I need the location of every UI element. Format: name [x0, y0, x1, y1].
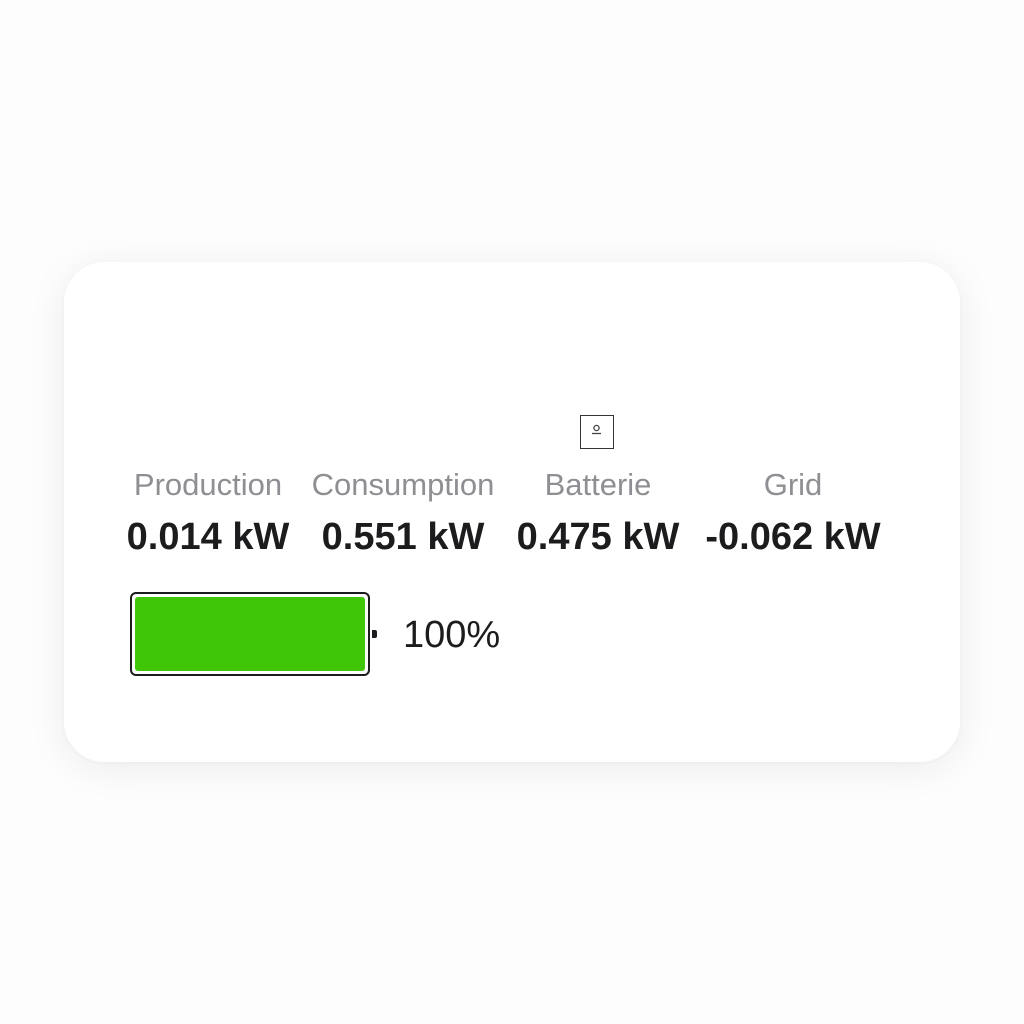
broken-image-icon [580, 415, 614, 449]
consumption-label: Consumption [311, 467, 495, 502]
consumption-value: 0.551 kW [321, 516, 485, 558]
battery-terminal [372, 630, 377, 638]
grid-value: -0.062 kW [705, 516, 881, 558]
energy-card: Production Consumption Batterie Grid 0.0… [64, 262, 960, 762]
metric-values: 0.014 kW 0.551 kW 0.475 kW -0.062 kW [64, 516, 960, 560]
page: Production Consumption Batterie Grid 0.0… [0, 0, 1024, 1024]
battery-value: 0.475 kW [516, 516, 680, 558]
production-value: 0.014 kW [126, 516, 290, 558]
production-label: Production [133, 467, 283, 502]
grid-label: Grid [763, 467, 823, 502]
battery-gauge [130, 592, 370, 676]
battery-fill [135, 597, 365, 671]
battery-label: Batterie [544, 467, 652, 502]
battery-percent: 100% [403, 614, 501, 656]
metric-labels: Production Consumption Batterie Grid [64, 467, 960, 507]
